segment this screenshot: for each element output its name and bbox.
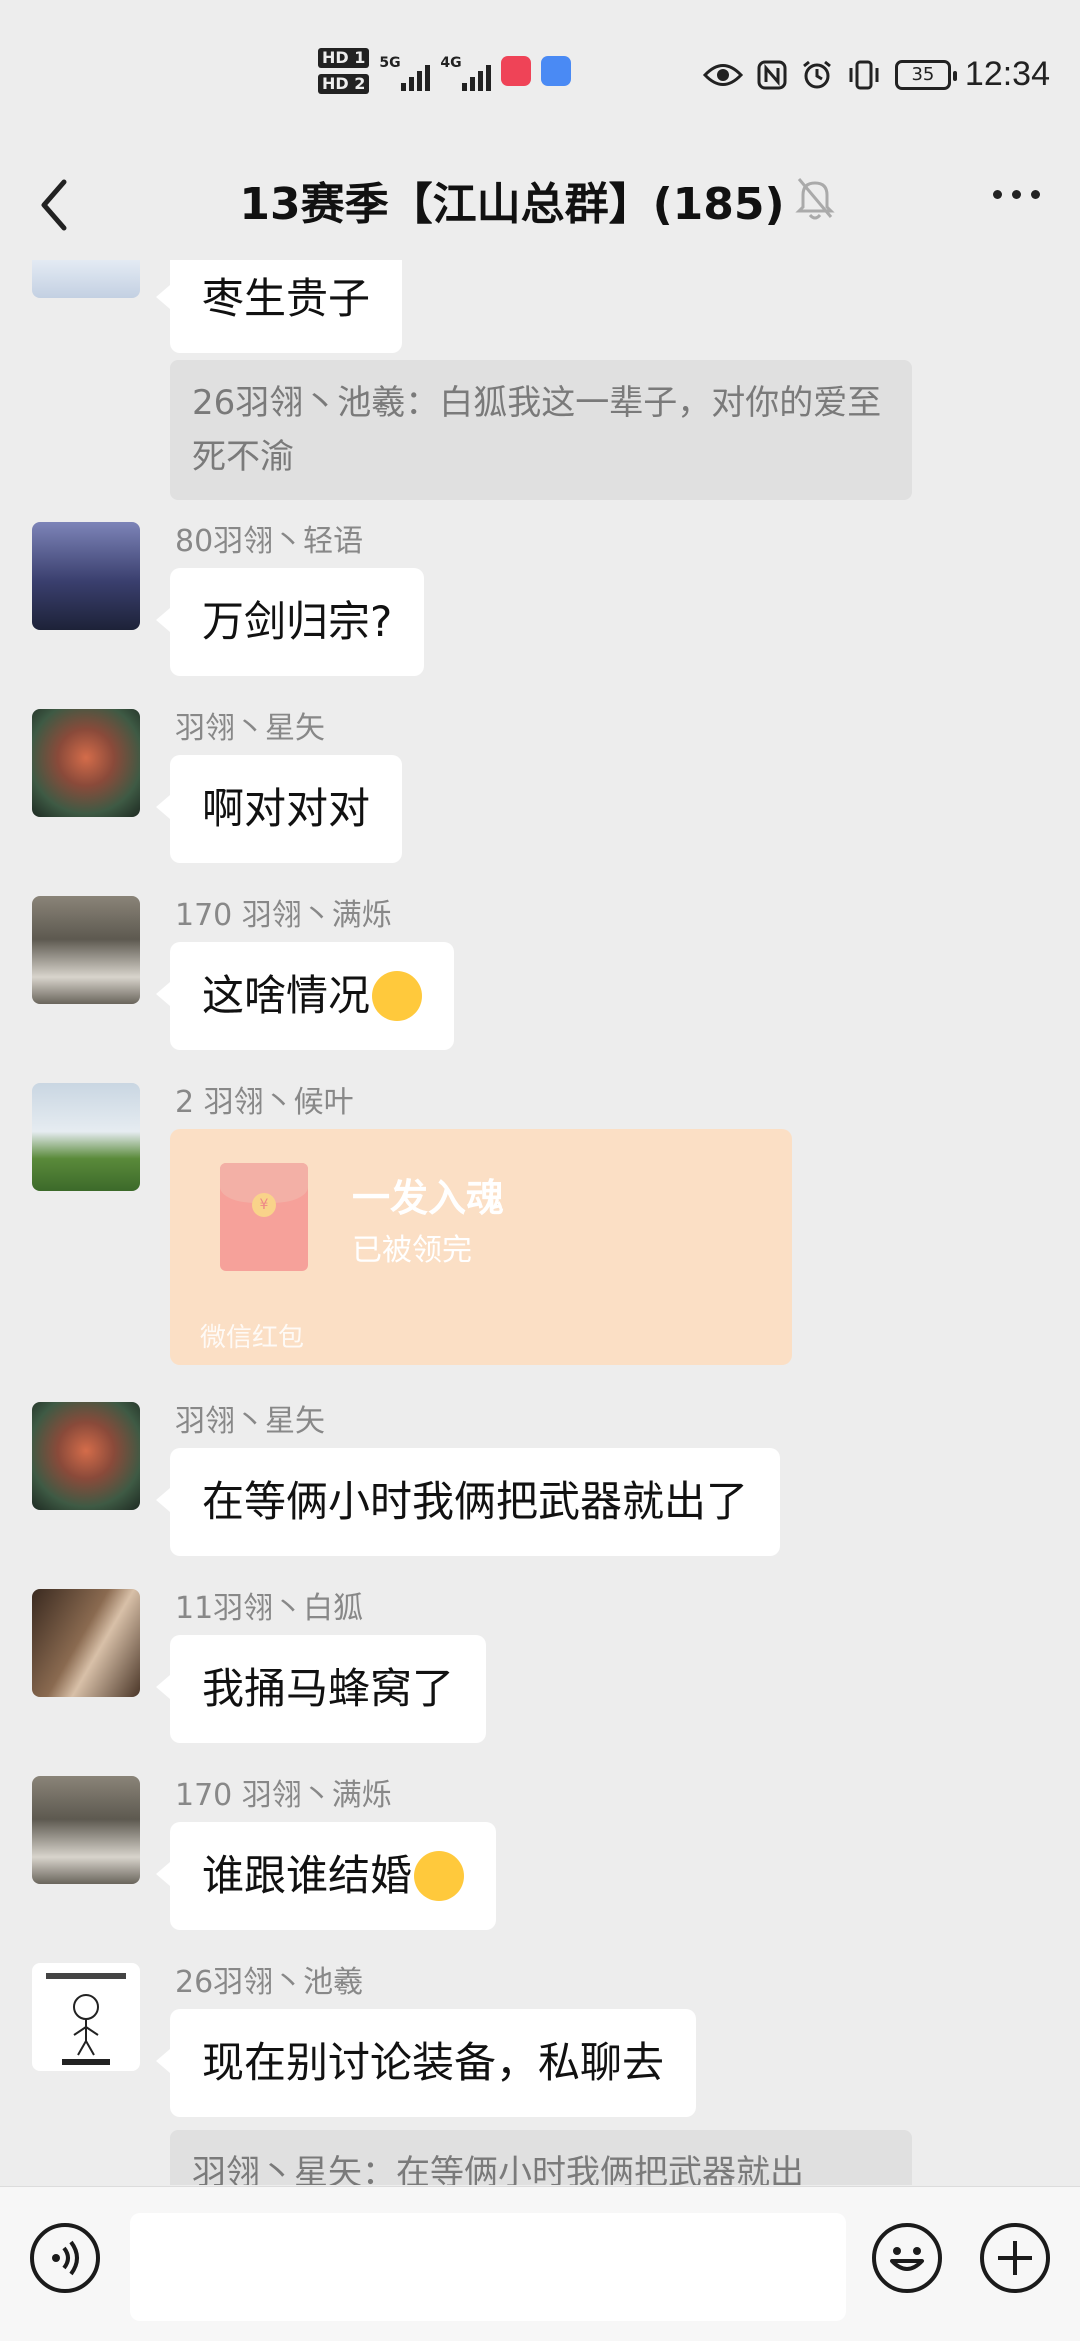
message-bubble[interactable]: 谁跟谁结婚 [155, 1822, 497, 1930]
input-bar [0, 2186, 1080, 2341]
clock: 12:34 [964, 55, 1050, 93]
avatar[interactable] [32, 709, 140, 817]
hd1-label: HD 1 [318, 48, 370, 68]
smiley-icon [890, 2247, 924, 2271]
avatar[interactable] [32, 896, 140, 1004]
message-text: 谁跟谁结婚 [202, 1851, 413, 1900]
message-text: 这啥情况 [202, 971, 371, 1020]
flushed-emoji-icon [414, 1850, 465, 1901]
sender-name: 80羽翎丶轻语 [175, 524, 364, 559]
net1-label: 5G [379, 55, 401, 71]
book-app-icon [501, 56, 532, 86]
chat-header: 13赛季【江山总群】(185) [0, 150, 1080, 260]
quoted-message[interactable]: 26羽翎丶池羲：白狐我这一辈子，对你的爱至死不渝 [170, 360, 912, 500]
sender-name: 羽翎丶星矢 [175, 711, 325, 746]
voice-input-button[interactable] [30, 2223, 100, 2293]
message-bubble[interactable]: 啊对对对 [155, 755, 403, 863]
battery-level: 35 [911, 64, 935, 85]
red-packet-footer: 微信红包 [200, 1323, 305, 1353]
sender-name: 26羽翎丶池羲 [175, 1965, 364, 2000]
nfc-icon [757, 60, 787, 89]
hd-indicator: HD 1 HD 2 [318, 48, 370, 94]
graduation-app-icon [541, 56, 572, 86]
sender-name: 170 羽翎丶满烁 [175, 898, 392, 933]
hd2-label: HD 2 [318, 74, 370, 94]
battery-icon: 35 [894, 59, 957, 90]
avatar[interactable] [32, 1402, 140, 1510]
signal-5g-icon: 5G [379, 51, 431, 91]
message-list[interactable]: 枣生贵子 26羽翎丶池羲：白狐我这一辈子，对你的爱至死不渝 80羽翎丶轻语 万剑… [0, 260, 1080, 2185]
message-bubble[interactable]: 枣生贵子 [155, 260, 403, 353]
message-bubble[interactable]: 这啥情况 [155, 942, 455, 1050]
net2-label: 4G [440, 55, 462, 71]
avatar[interactable] [32, 260, 140, 298]
message-bubble[interactable]: 我捅马蜂窝了 [155, 1635, 487, 1743]
more-options-icon[interactable] [993, 190, 1040, 199]
message-bubble[interactable]: 现在别讨论装备，私聊去 [155, 2009, 697, 2117]
muted-bell-icon [795, 178, 835, 220]
alarm-icon [802, 60, 831, 88]
sender-name: 170 羽翎丶满烁 [175, 1778, 392, 1813]
red-packet-card[interactable]: ¥ 一发入魂 已被领完 微信红包 [170, 1129, 792, 1365]
red-packet-title: 一发入魂 [352, 1176, 505, 1220]
red-packet-status: 已被领完 [352, 1233, 472, 1268]
avatar[interactable] [32, 522, 140, 630]
meme-stickman-image [46, 1973, 126, 2065]
laughing-crying-emoji-icon [372, 970, 423, 1021]
message-input[interactable] [130, 2213, 846, 2321]
emoji-button[interactable] [872, 2223, 942, 2293]
sender-name: 2 羽翎丶候叶 [175, 1085, 354, 1120]
message-bubble[interactable]: 在等俩小时我俩把武器就出了 [155, 1448, 781, 1556]
sender-name: 羽翎丶星矢 [175, 1404, 325, 1439]
voice-icon [52, 2240, 79, 2276]
avatar[interactable] [32, 1589, 140, 1697]
chat-title: 13赛季【江山总群】(185) [239, 179, 785, 230]
signal-4g-icon: 4G [440, 51, 492, 91]
more-functions-button[interactable] [980, 2223, 1050, 2293]
vibrate-icon [849, 60, 879, 89]
sender-name: 11羽翎丶白狐 [175, 1591, 364, 1626]
avatar[interactable] [32, 1776, 140, 1884]
plus-icon [998, 2241, 1032, 2275]
eye-icon [702, 63, 743, 86]
message-bubble[interactable]: 万剑归宗? [155, 568, 425, 676]
avatar[interactable] [32, 1963, 140, 2071]
quoted-message[interactable]: 羽翎丶星矢：在等俩小时我俩把武器就出 [170, 2130, 912, 2185]
red-envelope-icon: ¥ [220, 1163, 308, 1271]
status-bar: HD 1 HD 2 5G 4G 35 12:34 [0, 0, 1080, 150]
avatar[interactable] [32, 1083, 140, 1191]
